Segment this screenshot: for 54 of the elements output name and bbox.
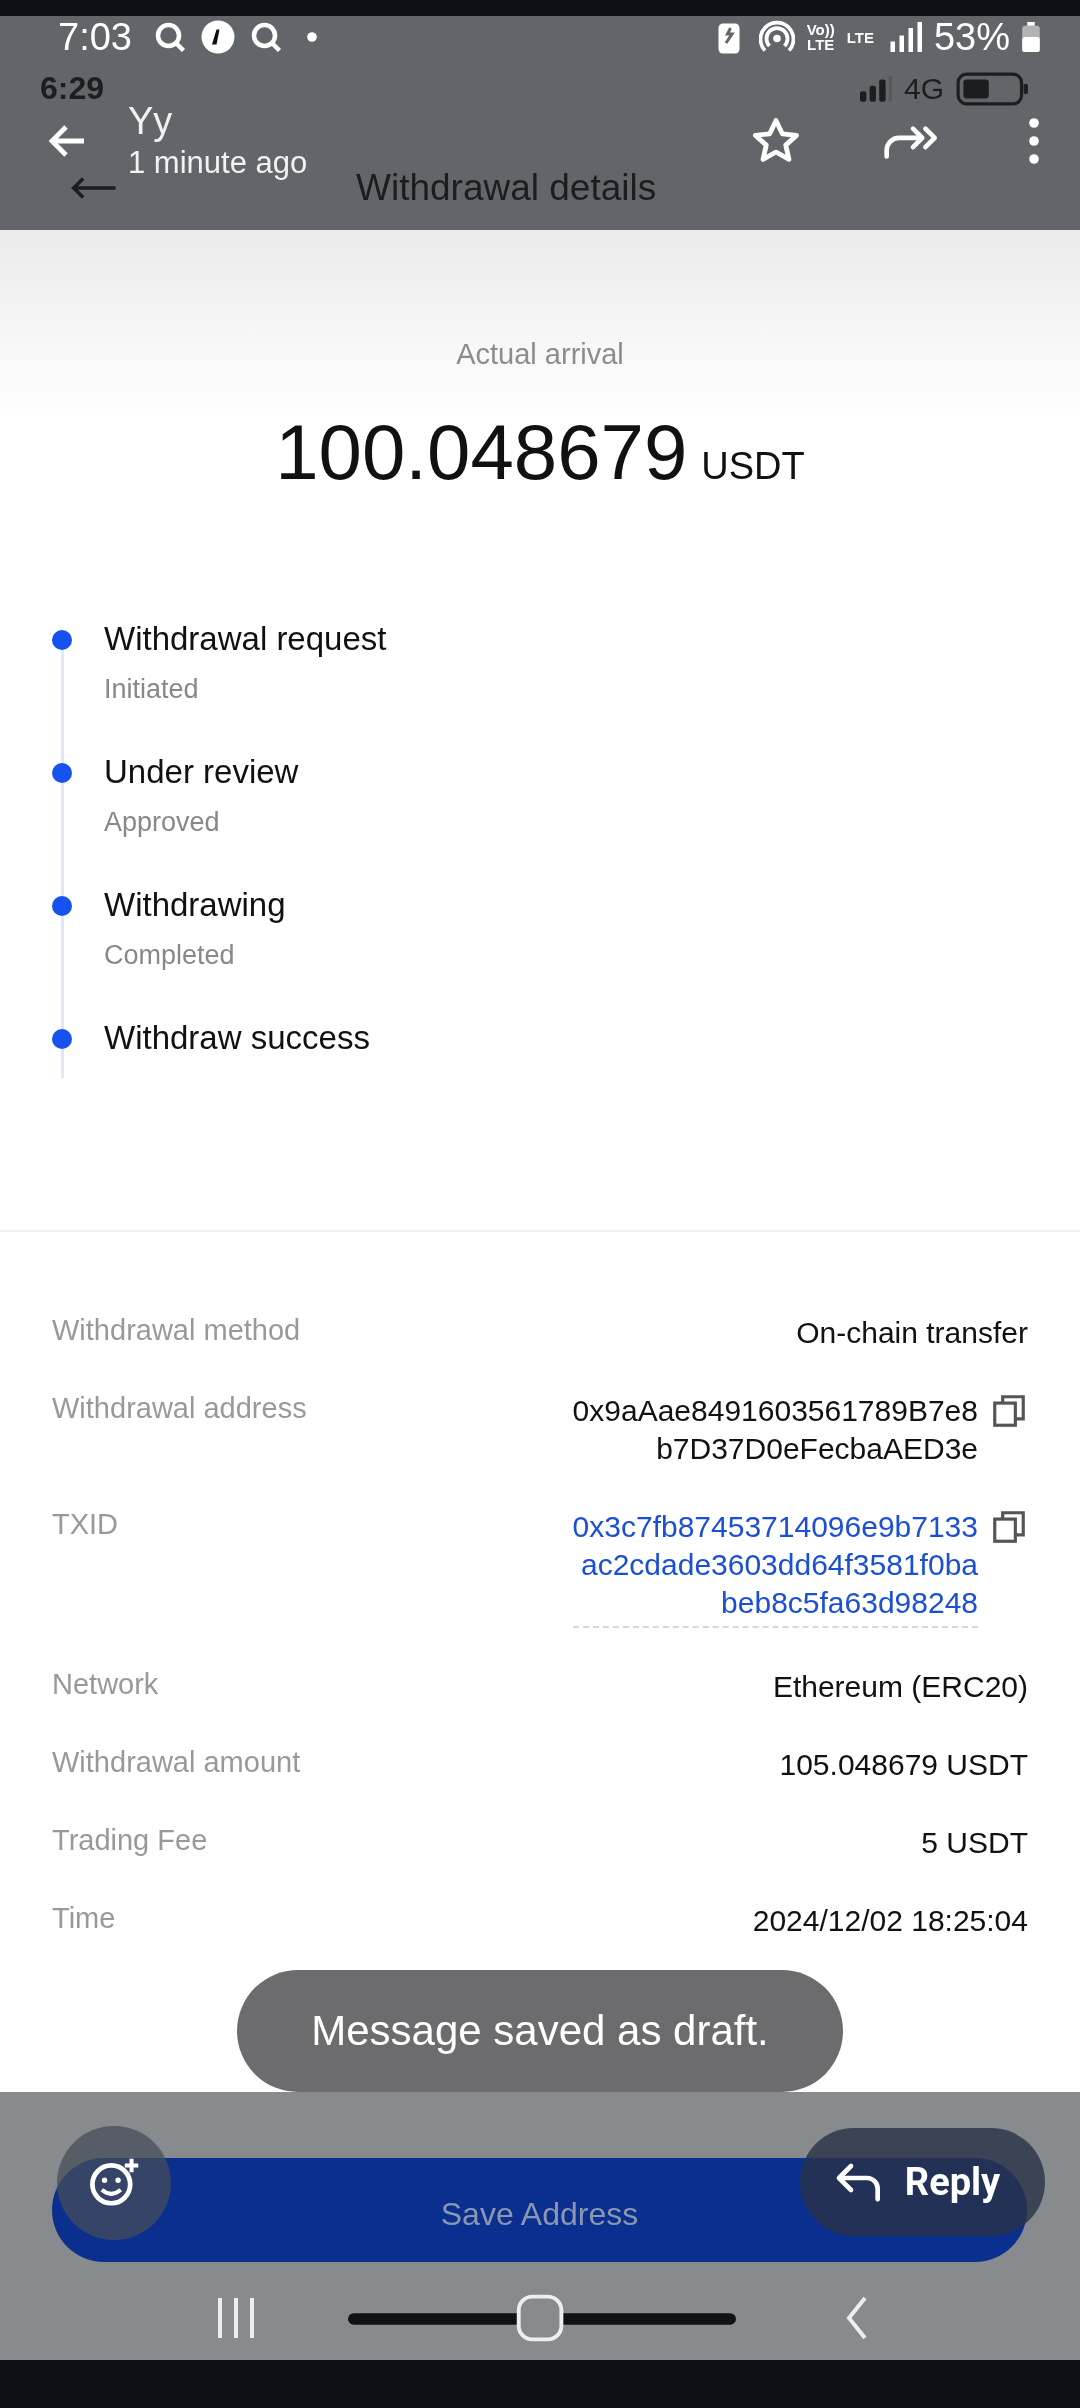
detail-value: 5 USDT: [921, 1825, 1028, 1861]
detail-value: b7D37D0eFecbaAED3e: [656, 1431, 978, 1467]
copy-icon[interactable]: [990, 1508, 1028, 1546]
step-title: Withdraw success: [104, 1019, 370, 1057]
step-title: Withdrawing: [104, 886, 286, 924]
status-time: 7:03: [58, 15, 132, 59]
txid-link[interactable]: 0x3c7fb87453714096e9b7133: [572, 1508, 978, 1546]
notification-dot-icon: [305, 31, 318, 43]
step-status: Completed: [104, 940, 236, 971]
detail-label: Trading Fee: [52, 1824, 208, 1857]
inner-status-time: 6:29: [40, 70, 105, 107]
detail-value: On-chain transfer: [796, 1315, 1028, 1351]
sender-name: Yy: [128, 100, 174, 143]
battery-icon: [956, 71, 1030, 106]
txid-link[interactable]: beb8c5fa63d98248: [721, 1584, 978, 1622]
lte-indicator: LTE: [846, 29, 874, 45]
reply-icon: [834, 2162, 883, 2202]
arrival-amount: 100.048679: [275, 407, 688, 498]
arrival-currency: USDT: [701, 445, 805, 488]
page-title: Withdrawal details: [356, 167, 657, 209]
volte-indicator: Vo)) LTE: [806, 22, 835, 52]
copy-icon[interactable]: [990, 1392, 1028, 1430]
back-icon[interactable]: [70, 175, 118, 201]
message-time: 1 minute ago: [128, 145, 308, 181]
home-icon[interactable]: [348, 2293, 736, 2343]
step-dot: [52, 1029, 72, 1049]
battery-percent: 53%: [933, 15, 1010, 59]
hotspot-icon: [758, 19, 795, 55]
step-status: Initiated: [104, 674, 200, 705]
app-badge-icon: [199, 19, 236, 55]
arrival-label: Actual arrival: [456, 338, 624, 371]
step-title: Withdrawal request: [104, 620, 387, 658]
battery-icon: [1022, 22, 1040, 52]
detail-value: Ethereum (ERC20): [772, 1669, 1028, 1705]
step-status: Approved: [104, 807, 221, 838]
step-title: Under review: [104, 753, 299, 791]
network-type: 4G: [903, 71, 944, 106]
detail-label: Withdrawal amount: [52, 1746, 301, 1779]
detail-value: 0x9aAae8491603561789B7e8: [572, 1393, 978, 1429]
step-dot: [52, 896, 72, 916]
reply-button[interactable]: Reply: [800, 2128, 1045, 2236]
txid-link[interactable]: ac2cdade3603dd64f3581f0ba: [580, 1546, 978, 1584]
step-dot: [52, 763, 72, 783]
detail-label: Withdrawal method: [52, 1314, 301, 1347]
detail-label: Time: [52, 1902, 116, 1935]
detail-value: 2024/12/02 18:25:04: [752, 1903, 1028, 1939]
more-icon[interactable]: [1028, 116, 1040, 165]
detail-label: TXID: [52, 1508, 119, 1541]
detail-label: Network: [52, 1668, 159, 1701]
detail-value: 105.048679 USDT: [779, 1747, 1028, 1783]
step-dot: [52, 630, 72, 650]
signal-icon: [859, 75, 892, 102]
toast-message: Message saved as draft.: [237, 1970, 843, 2092]
detail-label: Withdrawal address: [52, 1392, 307, 1425]
